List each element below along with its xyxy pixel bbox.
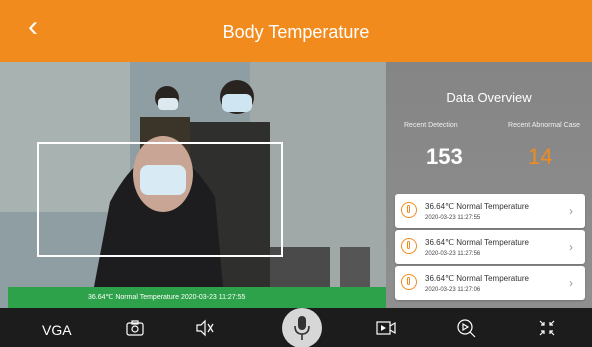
recent-abnormal-count: 14: [528, 144, 553, 169]
top-bar: ‹ Body Temperature: [0, 0, 592, 62]
chevron-right-icon: ›: [569, 204, 573, 218]
record-time: 2020-03-23 11:27:56: [425, 251, 481, 257]
app-frame: ‹ Body Temperature 36.64℃ Normal Tempera…: [0, 0, 592, 347]
camera-feed: 36.64℃ Normal Temperature 2020-03-23 11:…: [0, 62, 386, 308]
recent-abnormal-label: Recent Abnormal Case: [508, 122, 580, 129]
record-item[interactable]: 36.64℃ Normal Temperature 2020-03-23 11:…: [395, 266, 585, 300]
records-list: 36.64℃ Normal Temperature 2020-03-23 11:…: [395, 194, 585, 302]
record-item[interactable]: 36.64℃ Normal Temperature 2020-03-23 11:…: [395, 230, 585, 264]
thermometer-icon: [401, 202, 417, 218]
record-time: 2020-03-23 11:27:06: [425, 287, 481, 293]
overview-title: Data Overview: [446, 90, 532, 105]
recent-detection-count: 153: [426, 144, 463, 169]
mute-icon[interactable]: [195, 318, 215, 338]
face-detection-box: [37, 142, 283, 257]
playback-search-icon[interactable]: [456, 318, 476, 338]
detection-status-text: 36.64℃ Normal Temperature 2020-03-23 11:…: [88, 294, 246, 301]
record-time: 2020-03-23 11:27:55: [425, 215, 481, 221]
data-overview-panel: Data Overview Recent Detection Recent Ab…: [386, 62, 592, 308]
detection-status-bar: 36.64℃ Normal Temperature 2020-03-23 11:…: [8, 287, 386, 308]
recent-detection-label: Recent Detection: [404, 122, 458, 129]
camera-icon[interactable]: [126, 318, 144, 338]
record-item[interactable]: 36.64℃ Normal Temperature 2020-03-23 11:…: [395, 194, 585, 228]
page-title: Body Temperature: [222, 22, 370, 42]
record-text: 36.64℃ Normal Temperature: [425, 238, 529, 247]
shrink-icon[interactable]: [537, 318, 557, 338]
record-text: 36.64℃ Normal Temperature: [425, 274, 529, 283]
bottom-toolbar: VGA: [0, 308, 592, 347]
thermometer-icon: [401, 274, 417, 290]
microphone-icon[interactable]: [282, 308, 322, 347]
thermometer-icon: [401, 238, 417, 254]
record-text: 36.64℃ Normal Temperature: [425, 202, 529, 211]
chevron-right-icon: ›: [569, 240, 573, 254]
vga-button[interactable]: VGA: [42, 320, 72, 340]
chevron-right-icon: ›: [569, 276, 573, 290]
record-video-icon[interactable]: [376, 318, 396, 338]
